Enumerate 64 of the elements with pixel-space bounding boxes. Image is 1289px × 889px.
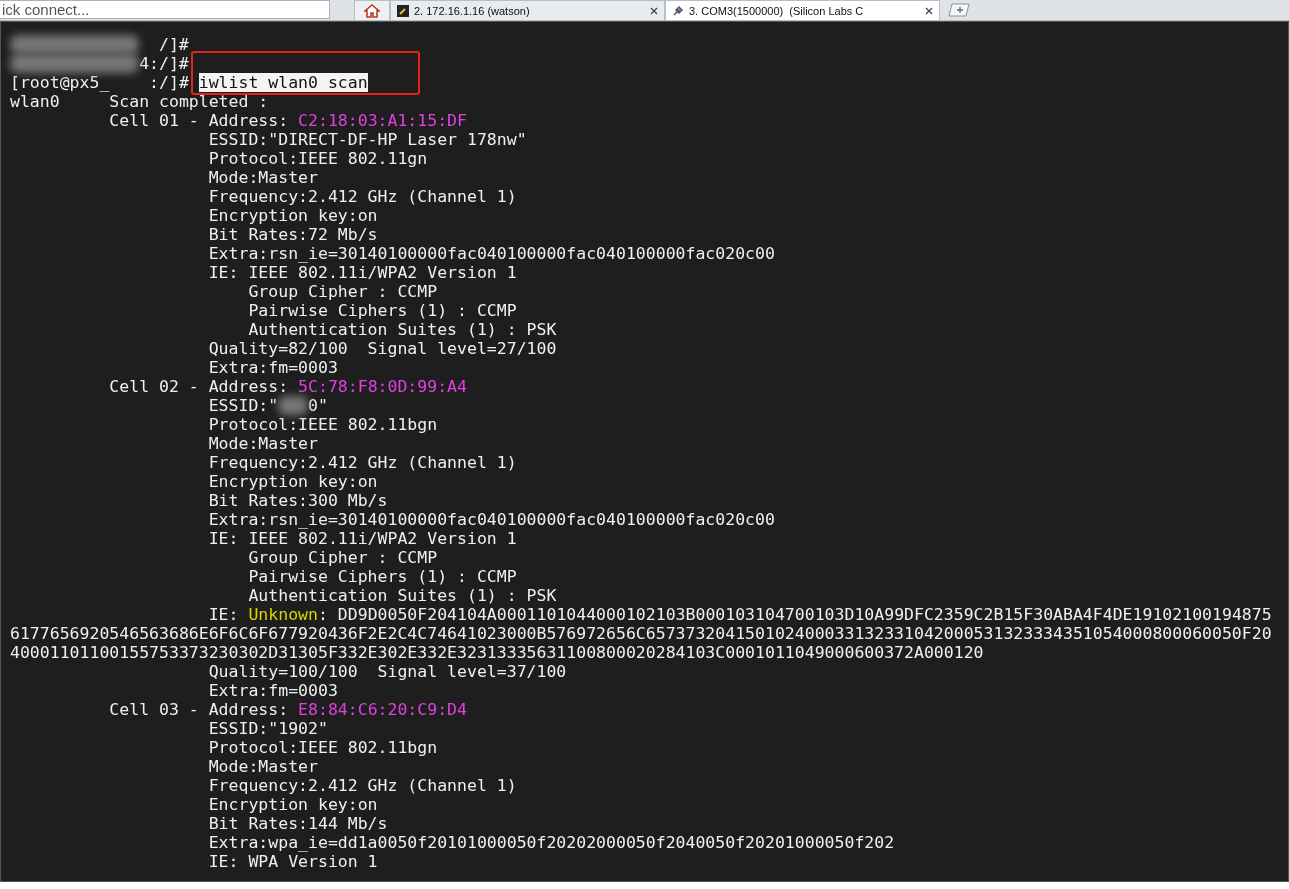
wrench-icon <box>397 4 409 17</box>
terminal-text: Extra:fm=0003 <box>207 681 338 700</box>
terminal-text: Encryption key:on <box>207 795 378 814</box>
terminal-text: Bit Rates:144 Mb/s <box>207 814 388 833</box>
terminal-text: IE: <box>207 605 240 624</box>
new-tab-icon[interactable] <box>946 3 972 17</box>
terminal-text: Protocol:IEEE 802.11gn <box>207 149 428 168</box>
session-tab[interactable]: 2. 172.16.1.16 (watson) <box>390 0 665 20</box>
terminal-text: Quality=100/100 Signal level=37/100 <box>207 662 567 681</box>
mac-address: 5C:78:F8:0D:99:A4 <box>298 377 467 396</box>
terminal-text: Cell 03 - Address: <box>108 700 290 719</box>
terminal-text: Extra:rsn_ie=30140100000fac040100000fac040100000fac020c00 <box>207 510 775 529</box>
terminal-text: Pairwise Ciphers (1) : CCMP <box>247 567 517 586</box>
blurred-text <box>278 396 308 415</box>
mac-address: C2:18:03:A1:15:DF <box>298 111 467 130</box>
terminal-text: IE: IEEE 802.11i/WPA2 Version 1 <box>207 263 517 282</box>
quick-connect-field[interactable]: ick connect... <box>0 0 330 19</box>
terminal-text: Protocol:IEEE 802.11bgn <box>207 738 438 757</box>
terminal-text: 6177656920546563686E6F6C6F677920436F2E2C4C74641023000B576972656C657373204150102400033132331042000531323334351054000800060050F20 <box>10 624 1272 643</box>
terminal-text: Cell 01 - Address: <box>108 111 290 130</box>
terminal-text: ESSID:"1902" <box>207 719 328 738</box>
terminal-text: Authentication Suites (1) : PSK <box>247 320 557 339</box>
terminal-text: Extra:rsn_ie=30140100000fac040100000fac040100000fac020c00 <box>207 244 775 263</box>
terminal-text: Frequency:2.412 GHz (Channel 1) <box>207 453 517 472</box>
tab-label: 3. COM3(1500000) (Silicon Labs C <box>689 4 865 17</box>
terminal-text: wlan0 Scan completed : <box>10 92 269 111</box>
terminal-text: ESSID:" <box>207 396 279 415</box>
terminal-text: Encryption key:on <box>207 472 378 491</box>
terminal-text: Pairwise Ciphers (1) : CCMP <box>247 301 517 320</box>
terminal-text: Frequency:2.412 GHz (Channel 1) <box>207 187 517 206</box>
terminal-text: Mode:Master <box>207 168 318 187</box>
terminal-text: Mode:Master <box>207 757 318 776</box>
house-icon <box>364 3 380 18</box>
terminal-text: IE: WPA Version 1 <box>207 852 378 871</box>
close-icon[interactable] <box>650 6 658 15</box>
terminal-text: 0" <box>308 396 328 415</box>
terminal-text: Bit Rates:72 Mb/s <box>207 225 378 244</box>
terminal-text: Authentication Suites (1) : PSK <box>247 586 557 605</box>
selected-command: iwlist wlan0 scan <box>198 73 368 92</box>
close-icon[interactable] <box>925 6 933 15</box>
terminal-text: /]# <box>158 35 189 54</box>
terminal-text: : DD9D0050F204104A0001101044000102103B000103104700103D10A99DFC2359C2B15F30ABA4F4DE19102100194875 <box>317 605 1272 624</box>
terminal-text: Encryption key:on <box>207 206 378 225</box>
home-tab[interactable] <box>354 0 390 20</box>
plug-icon <box>672 4 684 17</box>
session-tab[interactable]: 3. COM3(1500000) (Silicon Labs C <box>665 0 940 20</box>
terminal-text: Group Cipher : CCMP <box>247 282 438 301</box>
terminal-text: Mode:Master <box>207 434 318 453</box>
terminal-text: Extra:wpa_ie=dd1a0050f20101000050f20202000050f2040050f20201000050f202 <box>207 833 895 852</box>
unknown-label: Unknown <box>248 605 318 624</box>
terminal-text: Bit Rates:300 Mb/s <box>207 491 388 510</box>
terminal-text: 40001101100155753373230302D31305F332E302E332E32313335631100800020284103C0001011049000600372A000120 <box>10 643 984 662</box>
tab-label: 2. 172.16.1.16 (watson) <box>414 4 531 17</box>
terminal-text: ESSID:"DIRECT-DF-HP Laser 178nw" <box>207 130 527 149</box>
terminal-text: Quality=82/100 Signal level=27/100 <box>207 339 557 358</box>
mac-address: E8:84:C6:20:C9:D4 <box>298 700 467 719</box>
terminal-text: 4:/]# <box>139 54 189 73</box>
terminal-text: Frequency:2.412 GHz (Channel 1) <box>207 776 517 795</box>
terminal-text: IE: IEEE 802.11i/WPA2 Version 1 <box>207 529 517 548</box>
terminal-text: Group Cipher : CCMP <box>247 548 438 567</box>
terminal-text: [root@px5_ :/]# <box>10 73 190 92</box>
terminal-text: Extra:fm=0003 <box>207 358 338 377</box>
terminal-text: Cell 02 - Address: <box>108 377 290 396</box>
terminal-text: Protocol:IEEE 802.11bgn <box>207 415 438 434</box>
